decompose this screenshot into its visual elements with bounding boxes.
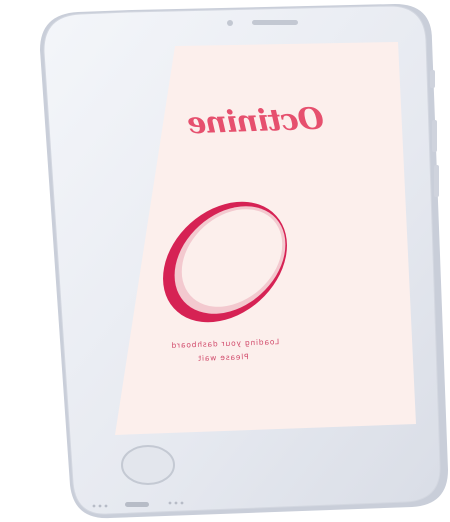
charging-port — [125, 502, 149, 507]
volume-button — [430, 70, 435, 88]
camera-icon — [227, 20, 233, 26]
phone-mockup: Octinine Loading your dashboard Please w… — [0, 0, 450, 522]
phone-device — [40, 4, 448, 519]
home-button — [121, 445, 175, 485]
app-logo: Octinine — [187, 101, 325, 142]
volume-up-button — [432, 120, 437, 152]
volume-down-button — [434, 165, 439, 197]
speaker-icon — [252, 20, 298, 25]
